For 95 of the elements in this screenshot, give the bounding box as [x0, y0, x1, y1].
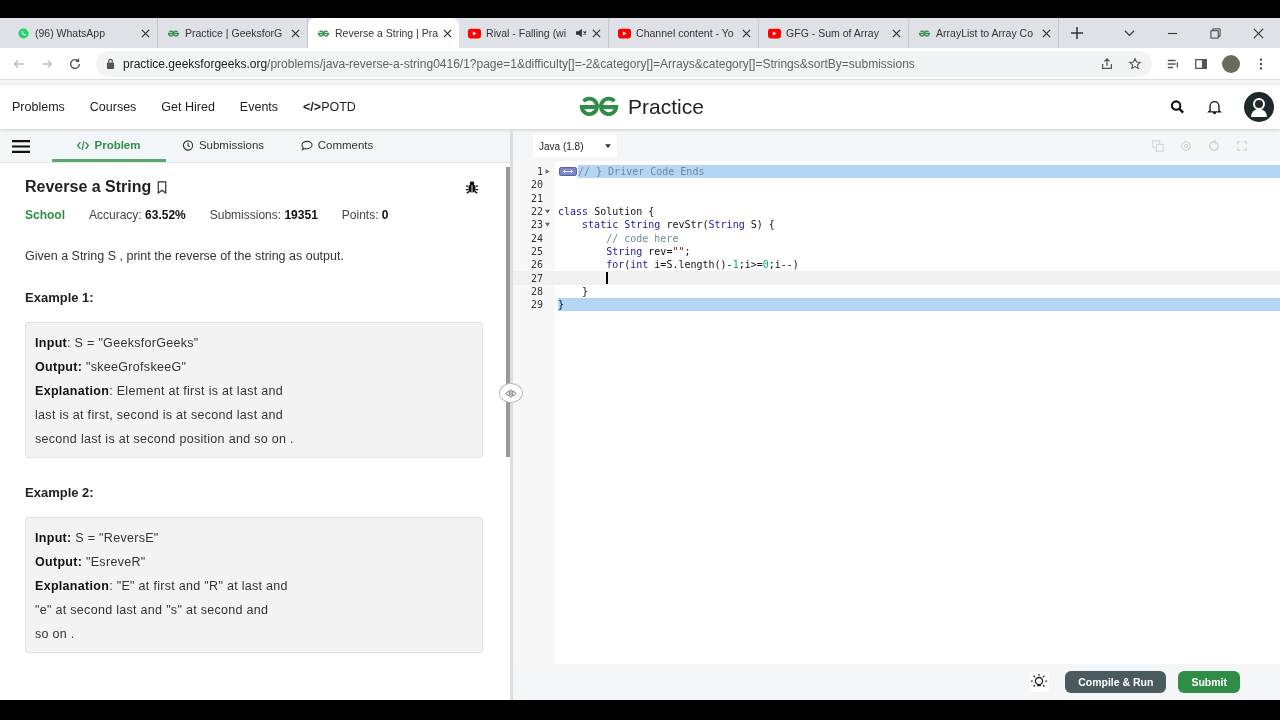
- play-logo-icon: [468, 27, 482, 39]
- example-text: last is at first, second is at second last and: [35, 407, 284, 424]
- nav-link[interactable]: </>POTD: [303, 100, 356, 114]
- example-text: Explanation: Element at first is at last and: [35, 383, 284, 400]
- line-number: 28: [530, 285, 543, 297]
- line-number: 27: [530, 272, 543, 284]
- browser-tab[interactable]: Channel content - Yo: [609, 18, 760, 48]
- line-number: 23: [530, 219, 543, 231]
- menu-icon[interactable]: [12, 139, 30, 154]
- code-line: }: [581, 284, 589, 298]
- lock-icon: [106, 58, 115, 69]
- bug-icon[interactable]: [465, 180, 479, 194]
- code-line: static String revStr(String S) {: [581, 218, 775, 232]
- line-number: 1: [536, 166, 543, 178]
- search-icon[interactable]: [1170, 99, 1185, 115]
- reload-icon[interactable]: [68, 56, 82, 71]
- fold-arrow-icon: [545, 222, 550, 228]
- close-icon: [742, 28, 752, 38]
- problem-tab[interactable]: Problem: [52, 131, 166, 162]
- chat-logo-icon: [17, 27, 30, 39]
- bell-icon[interactable]: [1207, 99, 1222, 115]
- line-number: 20: [530, 179, 543, 191]
- line-number: 25: [530, 245, 543, 257]
- example-text: "e" at second last and "s" at second and: [35, 602, 270, 619]
- line-number: 21: [530, 192, 543, 204]
- logo-icon: [317, 27, 330, 39]
- lightbulb-icon[interactable]: [1029, 672, 1050, 692]
- bookmark-icon[interactable]: [157, 180, 168, 194]
- close-icon[interactable]: [1253, 27, 1264, 39]
- close-icon: [1042, 28, 1052, 38]
- line-number: 24: [530, 232, 543, 244]
- browser-tab[interactable]: (96) WhatsApp: [8, 18, 158, 48]
- browser-tab[interactable]: ArrayList to Array Co: [909, 18, 1060, 48]
- line-number: 22: [530, 206, 543, 218]
- caret-icon: [605, 144, 612, 148]
- fold-arrow-icon: [545, 209, 550, 215]
- accuracy-stat: Accuracy: 63.52%: [89, 208, 186, 222]
- compile-run-button[interactable]: Compile & Run: [1065, 671, 1167, 693]
- difficulty-label: School: [25, 208, 65, 222]
- scrollbar[interactable]: [506, 167, 510, 457]
- problem-tab[interactable]: Submissions: [166, 131, 280, 162]
- problem-tab[interactable]: Comments: [280, 131, 394, 162]
- code-line: String rev="";: [605, 244, 691, 259]
- fold-arrow-icon: [545, 169, 550, 175]
- problem-title: Reverse a String: [25, 178, 152, 196]
- folded-code-icon: [558, 167, 578, 177]
- plus-icon: [1071, 27, 1084, 39]
- example-text: Output: "skeeGrofskeeG": [35, 359, 188, 376]
- nav-link[interactable]: Events: [239, 100, 279, 114]
- close-icon: [141, 28, 150, 38]
- sidepanel-icon[interactable]: [1194, 56, 1208, 71]
- close-icon: [592, 28, 602, 38]
- example-heading: Example 2:: [25, 485, 95, 500]
- close-icon: [892, 28, 902, 38]
- logo-icon: [918, 27, 932, 39]
- nav-link[interactable]: Courses: [89, 100, 137, 114]
- example-text: Input: S = "GeeksforGeeks": [35, 335, 200, 352]
- chevron-down-icon[interactable]: [1124, 27, 1135, 39]
- code-line: // code here: [605, 231, 679, 245]
- language-dropdown[interactable]: Java (1.8): [533, 135, 618, 157]
- address-field[interactable]: practice.geeksforgeeks.org/problems/java-reverse-a-string0416/1?page=1&difficulty[]=-2&category[]=Arrays&category[]=Strings&sortBy=submissions: [96, 50, 1152, 77]
- points-stat: Points: 0: [341, 208, 389, 222]
- user-avatar[interactable]: [1244, 92, 1274, 122]
- problem-statement: Given a String S , print the reverse of the string as output.: [25, 249, 345, 263]
- close-icon: [443, 28, 453, 38]
- code-line: for(int i=S.length()-1;i>=0;i--): [605, 258, 799, 272]
- submit-button[interactable]: Submit: [1178, 671, 1240, 693]
- profile-avatar[interactable]: [1222, 54, 1240, 73]
- play-logo-icon: [768, 27, 782, 39]
- nav-link[interactable]: Problems: [12, 100, 65, 114]
- code-line: class Solution {: [558, 205, 655, 219]
- text-cursor: [606, 272, 608, 284]
- line-number: 29: [530, 299, 543, 311]
- browser-tab[interactable]: GFG - Sum of Array: [759, 18, 910, 48]
- example-text: second last is at second position and so on .: [35, 431, 295, 448]
- line-number: 26: [530, 259, 543, 271]
- restore-icon[interactable]: [1210, 27, 1221, 39]
- browser-tab[interactable]: Reverse a String | Pra: [308, 18, 460, 48]
- speech-bubble-icon: [300, 139, 313, 151]
- submissions-stat: Submissions: 19351: [209, 208, 318, 222]
- logo-icon: [167, 27, 180, 39]
- nav-link[interactable]: Get Hired: [161, 100, 215, 114]
- code-icon: [77, 139, 90, 151]
- example-heading: Example 1:: [25, 290, 95, 305]
- star-icon[interactable]: [1128, 56, 1142, 71]
- logo-text[interactable]: Practice: [628, 95, 704, 119]
- close-icon: [291, 28, 300, 38]
- browser-tab[interactable]: Rival - Falling (wi: [459, 18, 610, 48]
- example-text: Input: S = "ReversE": [35, 530, 160, 547]
- play-logo-icon: [618, 27, 632, 39]
- share-icon[interactable]: [1100, 56, 1114, 71]
- example-text: so on .: [35, 626, 76, 643]
- clock-icon: [181, 139, 194, 151]
- example-text: Output: "EsreveR": [35, 554, 147, 571]
- example-text: Explanation: "E" at first and "R" at last and: [35, 578, 289, 595]
